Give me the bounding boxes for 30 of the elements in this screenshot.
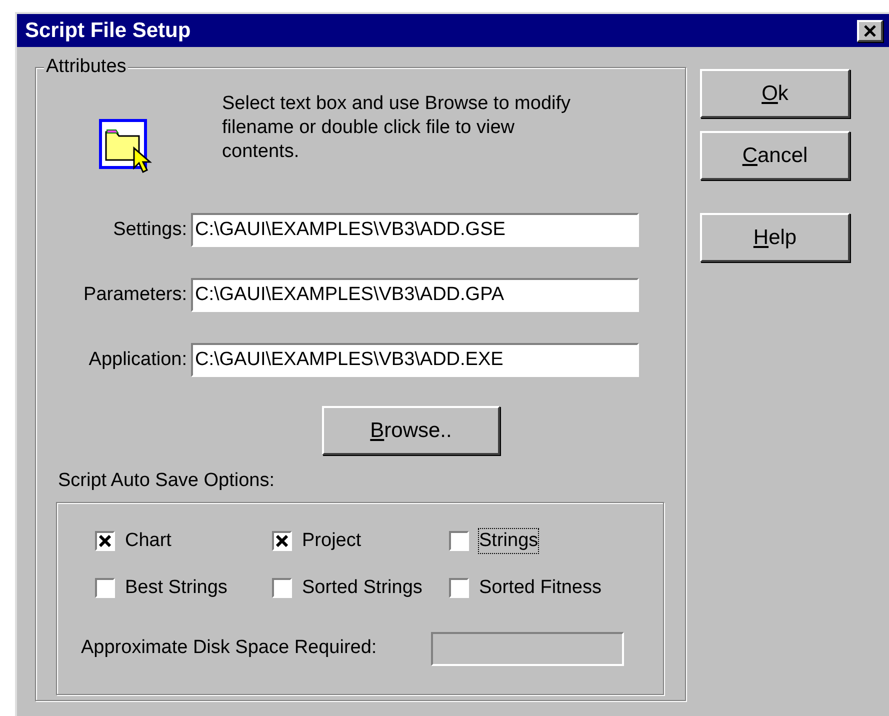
disk-space-label: Approximate Disk Space Required:	[81, 636, 378, 660]
dialog-button[interactable]: Cancel	[700, 131, 850, 180]
checkbox-label[interactable]: Chart	[125, 528, 172, 552]
auto-save-label: Script Auto Save Options:	[58, 469, 276, 493]
cross-icon	[276, 534, 288, 546]
checkbox-label[interactable]: Sorted Strings	[302, 576, 422, 600]
field-label: Settings:	[112, 218, 188, 242]
checkbox[interactable]	[272, 530, 292, 550]
path-field[interactable]: C:\GAUI\EXAMPLES\VB3\ADD.GPA	[191, 278, 639, 312]
checkbox-label[interactable]: Sorted Fitness	[479, 576, 602, 600]
field-label: Parameters:	[82, 282, 188, 307]
checkbox[interactable]	[95, 578, 115, 598]
dialog-button[interactable]: Ok	[700, 69, 850, 118]
path-field[interactable]: C:\GAUI\EXAMPLES\VB3\ADD.GSE	[191, 213, 639, 247]
dialog-button[interactable]: Browse..	[322, 406, 500, 455]
window-title: Script File Setup	[25, 18, 191, 44]
checkbox-label[interactable]: Strings	[479, 528, 538, 552]
checkbox[interactable]	[272, 578, 292, 598]
dialog-button[interactable]: Help	[700, 213, 850, 262]
instructions-text: Select text box and use Browse to modify filename or double click file to view contents.	[222, 92, 572, 164]
close-icon	[863, 24, 877, 36]
checkbox-label[interactable]: Project	[302, 528, 362, 552]
cross-icon	[99, 534, 111, 546]
field-label: Application:	[88, 348, 188, 372]
close-button[interactable]	[857, 20, 883, 42]
checkbox-label[interactable]: Best Strings	[125, 576, 228, 600]
path-field[interactable]: C:\GAUI\EXAMPLES\VB3\ADD.EXE	[191, 343, 639, 377]
checkbox[interactable]	[95, 530, 115, 550]
checkbox[interactable]	[449, 530, 469, 550]
checkbox[interactable]	[449, 578, 469, 598]
